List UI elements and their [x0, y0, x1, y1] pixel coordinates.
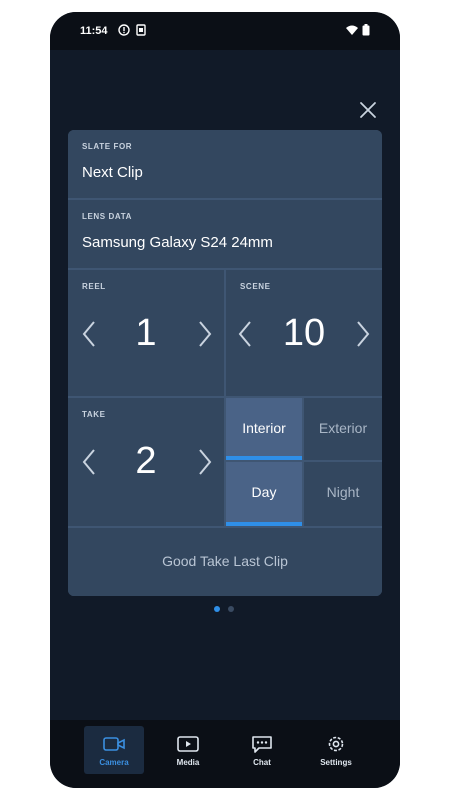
nav-camera[interactable]: Camera [84, 726, 144, 774]
camera-icon [103, 737, 125, 751]
close-button[interactable] [356, 98, 380, 122]
slate-card: SLATE FOR Next Clip LENS DATA Samsung Ga… [68, 130, 382, 596]
reel-label: REEL [82, 282, 106, 291]
phone-screen: 11:54 SLATE FOR Next Clip LENS DATA Sams… [50, 12, 400, 788]
lens-data-value: Samsung Galaxy S24 24mm [82, 234, 273, 251]
chevron-right-icon [199, 321, 212, 347]
chat-icon [252, 736, 272, 753]
slate-for-field[interactable]: SLATE FOR Next Clip [68, 130, 382, 198]
status-time: 11:54 [80, 25, 108, 37]
sim-card-icon [136, 24, 146, 39]
page-dot[interactable] [228, 606, 234, 612]
take-label: TAKE [82, 410, 106, 419]
nav-settings-label: Settings [320, 758, 352, 767]
battery-icon [362, 24, 370, 39]
night-toggle[interactable]: Night [304, 462, 382, 526]
chevron-right-icon [357, 321, 370, 347]
close-icon [360, 102, 376, 118]
nav-camera-label: Camera [99, 758, 129, 767]
scene-label: SCENE [240, 282, 271, 291]
nav-chat[interactable]: Chat [232, 726, 292, 774]
scene-stepper: SCENE 10 [226, 270, 382, 396]
wifi-icon [346, 24, 358, 39]
nav-media-label: Media [176, 758, 200, 767]
reel-stepper: REEL 1 [68, 270, 224, 396]
nav-media[interactable]: Media [158, 726, 218, 774]
settings-icon [328, 736, 344, 752]
interior-toggle[interactable]: Interior [226, 398, 302, 460]
media-icon [177, 736, 199, 752]
exterior-toggle[interactable]: Exterior [304, 398, 382, 460]
status-bar: 11:54 [50, 12, 400, 50]
night-label: Night [326, 484, 360, 500]
nav-chat-label: Chat [253, 758, 271, 767]
interior-label: Interior [242, 420, 286, 436]
scene-increment-button[interactable] [352, 318, 372, 350]
take-increment-button[interactable] [194, 446, 214, 478]
chevron-right-icon [199, 449, 212, 475]
page-dot-active[interactable] [214, 606, 220, 612]
good-take-button[interactable]: Good Take Last Clip [68, 528, 382, 596]
lens-data-field[interactable]: LENS DATA Samsung Galaxy S24 24mm [68, 200, 382, 268]
nav-settings[interactable]: Settings [306, 726, 366, 774]
reel-increment-button[interactable] [194, 318, 214, 350]
lens-data-label: LENS DATA [82, 212, 132, 221]
day-toggle[interactable]: Day [226, 462, 302, 526]
bottom-nav: Camera Media Chat Settings [50, 720, 400, 788]
take-stepper: TAKE 2 [68, 398, 224, 526]
day-label: Day [251, 484, 277, 500]
exterior-label: Exterior [318, 420, 368, 436]
good-take-label: Good Take Last Clip [162, 553, 288, 569]
slate-for-label: SLATE FOR [82, 142, 133, 151]
alert-icon [118, 24, 130, 39]
slate-for-value: Next Clip [82, 164, 143, 181]
